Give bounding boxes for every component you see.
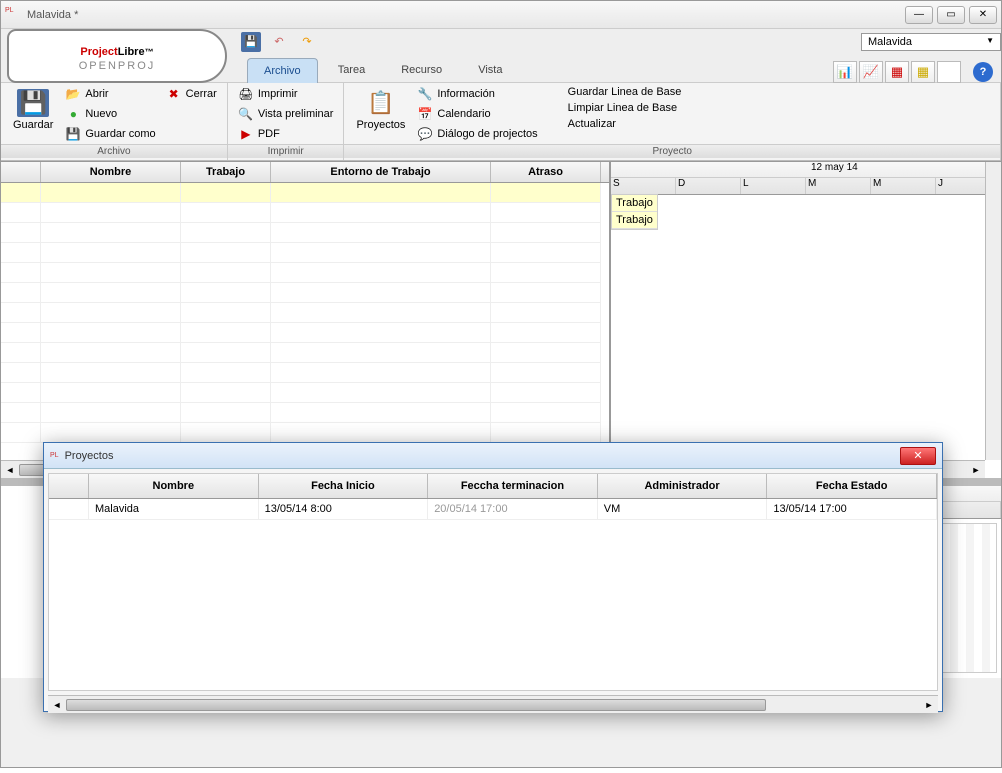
abrir-button[interactable]: 📂Abrir <box>63 85 157 103</box>
gantt-chart[interactable]: 12 may 14 S D L M M J Trabajo Trabajo <box>611 162 1001 478</box>
chart-line-icon[interactable]: 📈 <box>859 61 883 83</box>
minimize-button[interactable]: — <box>905 6 933 24</box>
cerrar-button[interactable]: ✖Cerrar <box>164 85 219 103</box>
vista-preliminar-button[interactable]: 🔍Vista preliminar <box>236 105 336 123</box>
ribbon-group-archivo: Archivo <box>1 144 227 158</box>
ribbon-group-imprimir: Imprimir <box>228 144 344 158</box>
grid-row[interactable] <box>1 183 609 203</box>
ribbon: 💾Guardar 📂Abrir ●Nuevo 💾Guardar como ✖Ce… <box>1 83 1001 161</box>
tab-archivo[interactable]: Archivo <box>247 58 318 83</box>
dialogo-proyectos-button[interactable]: 💬Diálogo de projectos <box>415 125 539 143</box>
table-red-icon[interactable]: ▦ <box>885 61 909 83</box>
tab-vista[interactable]: Vista <box>462 58 518 83</box>
close-button[interactable]: ✕ <box>969 6 997 24</box>
blank-tool[interactable] <box>937 61 961 83</box>
pdf-button[interactable]: ▶PDF <box>236 125 336 143</box>
proyectos-button[interactable]: 📋Proyectos <box>352 85 409 135</box>
gantt-vscroll[interactable] <box>985 162 1001 460</box>
imprimir-button[interactable]: 🖨Imprimir <box>236 85 336 103</box>
dlg-col-fecha-term[interactable]: Feccha terminacion <box>428 474 598 498</box>
guardar-button[interactable]: 💾Guardar <box>9 85 57 135</box>
col-trabajo[interactable]: Trabajo <box>181 162 271 182</box>
tab-tarea[interactable]: Tarea <box>322 58 382 83</box>
undo-icon[interactable]: ↶ <box>269 32 289 52</box>
dlg-col-nombre[interactable]: Nombre <box>89 474 259 498</box>
redo-icon[interactable]: ↷ <box>297 32 317 52</box>
informacion-button[interactable]: 🔧Información <box>415 85 539 103</box>
chart-gantt-icon[interactable]: 📊 <box>833 61 857 83</box>
col-entorno[interactable]: Entorno de Trabajo <box>271 162 491 182</box>
limpiar-linea-button[interactable]: Limpiar Linea de Base <box>566 101 684 115</box>
table-yellow-icon[interactable]: ▦ <box>911 61 935 83</box>
dialog-close-button[interactable]: ✕ <box>900 447 936 465</box>
project-combo[interactable]: Malavida <box>861 33 1001 51</box>
app-icon: PL <box>5 7 21 23</box>
gantt-side-labels: Trabajo Trabajo <box>611 194 658 230</box>
dialog-row[interactable]: Malavida 13/05/14 8:00 20/05/14 17:00 VM… <box>49 499 937 520</box>
tab-recurso[interactable]: Recurso <box>385 58 458 83</box>
logo-subtitle: OPENPROJ <box>79 60 156 72</box>
dialog-title: Proyectos <box>65 450 900 462</box>
ribbon-group-proyecto: Proyecto <box>344 144 1000 158</box>
guardar-como-button[interactable]: 💾Guardar como <box>63 125 157 143</box>
nuevo-button[interactable]: ●Nuevo <box>63 105 157 123</box>
dialog-scrollbar[interactable] <box>48 695 938 713</box>
calendario-button[interactable]: 📅Calendario <box>415 105 539 123</box>
dlg-col-fecha-estado[interactable]: Fecha Estado <box>767 474 937 498</box>
help-button[interactable]: ? <box>973 62 993 82</box>
col-nombre[interactable]: Nombre <box>41 162 181 182</box>
maximize-button[interactable]: ▭ <box>937 6 965 24</box>
col-atraso[interactable]: Atraso <box>491 162 601 182</box>
proyectos-dialog: PL Proyectos ✕ Nombre Fecha Inicio Fecch… <box>43 442 943 712</box>
grid-row <box>1 203 609 223</box>
task-grid[interactable]: Nombre Trabajo Entorno de Trabajo Atraso <box>1 162 611 478</box>
save-icon[interactable]: 💾 <box>241 32 261 52</box>
dlg-col-fecha-inicio[interactable]: Fecha Inicio <box>259 474 429 498</box>
guardar-linea-button[interactable]: Guardar Linea de Base <box>566 85 684 99</box>
dialog-app-icon: PL <box>50 452 59 459</box>
gantt-date: 12 may 14 <box>611 162 1001 178</box>
window-title: Malavida * <box>27 9 905 21</box>
dlg-col-admin[interactable]: Administrador <box>598 474 768 498</box>
actualizar-button[interactable]: Actualizar <box>566 117 684 131</box>
logo: ProjectLibre™ OPENPROJ <box>7 29 227 83</box>
titlebar: PL Malavida * — ▭ ✕ <box>1 1 1001 29</box>
